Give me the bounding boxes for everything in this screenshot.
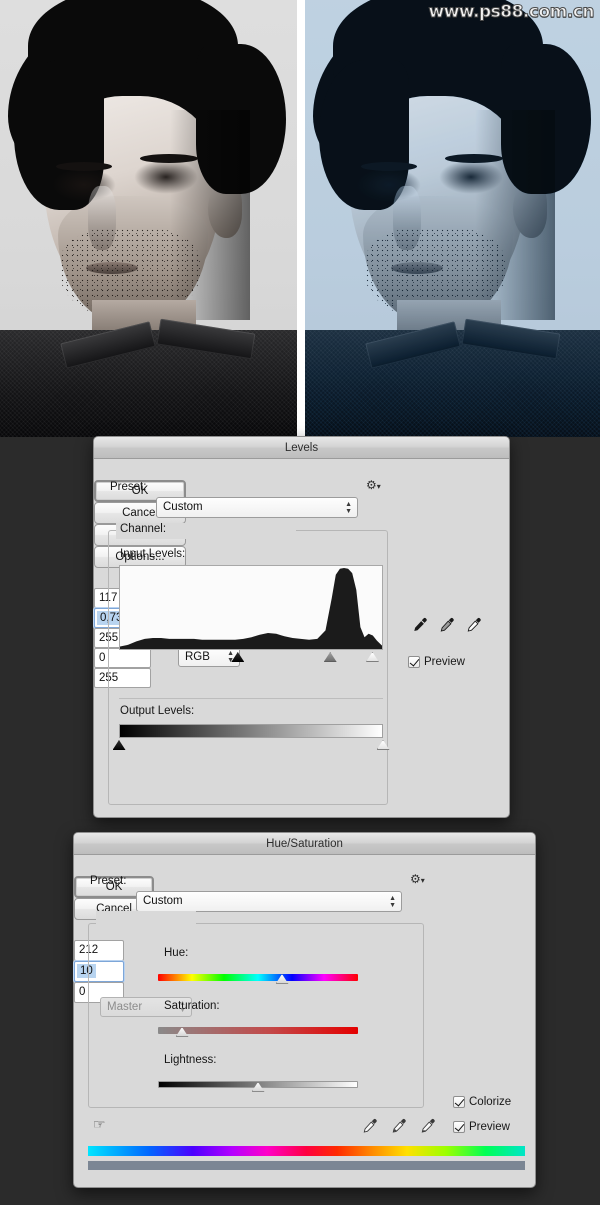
levels-preset-select[interactable]: Custom ▲ ▼ bbox=[156, 497, 358, 518]
levels-preview-label: Preview bbox=[424, 656, 465, 668]
huesat-titlebar: Hue/Saturation bbox=[74, 833, 535, 855]
eyedropper-minus-icon[interactable] bbox=[420, 1118, 436, 1134]
levels-output-gradient bbox=[119, 724, 383, 738]
chevron-updown-icon: ▲ ▼ bbox=[389, 894, 396, 909]
watermark-text: www.ps88.com.cn bbox=[428, 2, 595, 23]
photo-comparison-row: www.ps88.com.cn bbox=[0, 0, 600, 437]
huesat-preset-select[interactable]: Custom ▲ ▼ bbox=[136, 891, 402, 912]
huesat-colorize-label: Colorize bbox=[469, 1096, 512, 1108]
huesat-colorize-checkbox[interactable]: Colorize bbox=[453, 1096, 511, 1108]
gear-icon[interactable]: ⚙▾ bbox=[410, 872, 425, 886]
hand-icon[interactable]: ☞ bbox=[93, 1116, 106, 1133]
huesat-channel-value: Master bbox=[107, 1001, 143, 1013]
huesat-preset-value: Custom bbox=[143, 895, 183, 907]
huesat-spectrum-bar bbox=[88, 1146, 525, 1156]
levels-preview-checkbox[interactable]: Preview bbox=[408, 656, 465, 668]
huesat-range-bar[interactable] bbox=[88, 1161, 525, 1170]
photo-before bbox=[0, 0, 297, 437]
levels-input-label: Input Levels: bbox=[120, 548, 186, 560]
screenshot-root: www.ps88.com.cn Levels Preset: Custom ▲ ▼… bbox=[0, 0, 600, 1205]
levels-preset-label: Preset: bbox=[110, 481, 147, 493]
eyedropper-icon[interactable] bbox=[362, 1118, 378, 1134]
eyedropper-white-icon[interactable] bbox=[466, 617, 482, 633]
levels-histogram bbox=[119, 565, 383, 650]
checkbox-checked-icon bbox=[453, 1121, 465, 1133]
eyedropper-plus-icon[interactable] bbox=[391, 1118, 407, 1134]
photo-after bbox=[305, 0, 600, 437]
huesat-hue-slider-track[interactable] bbox=[158, 974, 358, 981]
levels-titlebar: Levels bbox=[94, 437, 509, 459]
huesat-preview-label: Preview bbox=[469, 1121, 510, 1133]
levels-channel-label: Channel: bbox=[120, 523, 167, 535]
huesat-saturation-slider-track[interactable] bbox=[158, 1027, 358, 1034]
huesat-preview-checkbox[interactable]: Preview bbox=[453, 1121, 510, 1133]
checkbox-checked-icon bbox=[453, 1096, 465, 1108]
eyedropper-black-icon[interactable] bbox=[412, 617, 428, 633]
divider bbox=[119, 698, 383, 699]
eyedropper-gray-icon[interactable] bbox=[439, 617, 455, 633]
chevron-updown-icon: ▲ ▼ bbox=[345, 500, 352, 515]
levels-preset-value: Custom bbox=[163, 501, 203, 513]
huesat-lightness-label: Lightness: bbox=[164, 1054, 217, 1066]
checkbox-checked-icon bbox=[408, 656, 420, 668]
huesat-hue-label: Hue: bbox=[164, 947, 189, 959]
huesat-saturation-label: Saturation: bbox=[164, 1000, 220, 1012]
hue-saturation-dialog: Hue/Saturation Preset: Custom ▲ ▼ ⚙▾ OK C… bbox=[73, 832, 536, 1188]
gear-icon[interactable]: ⚙▾ bbox=[366, 478, 381, 492]
photo-gutter bbox=[297, 0, 305, 437]
levels-channel-value: RGB bbox=[185, 651, 210, 663]
levels-output-label: Output Levels: bbox=[120, 705, 195, 717]
huesat-preset-label: Preset: bbox=[90, 875, 127, 887]
levels-channel-select[interactable]: RGB ▲ ▼ bbox=[178, 647, 240, 667]
levels-dialog: Levels Preset: Custom ▲▼ ⚙▾ OK Cancel Au… bbox=[93, 436, 510, 818]
